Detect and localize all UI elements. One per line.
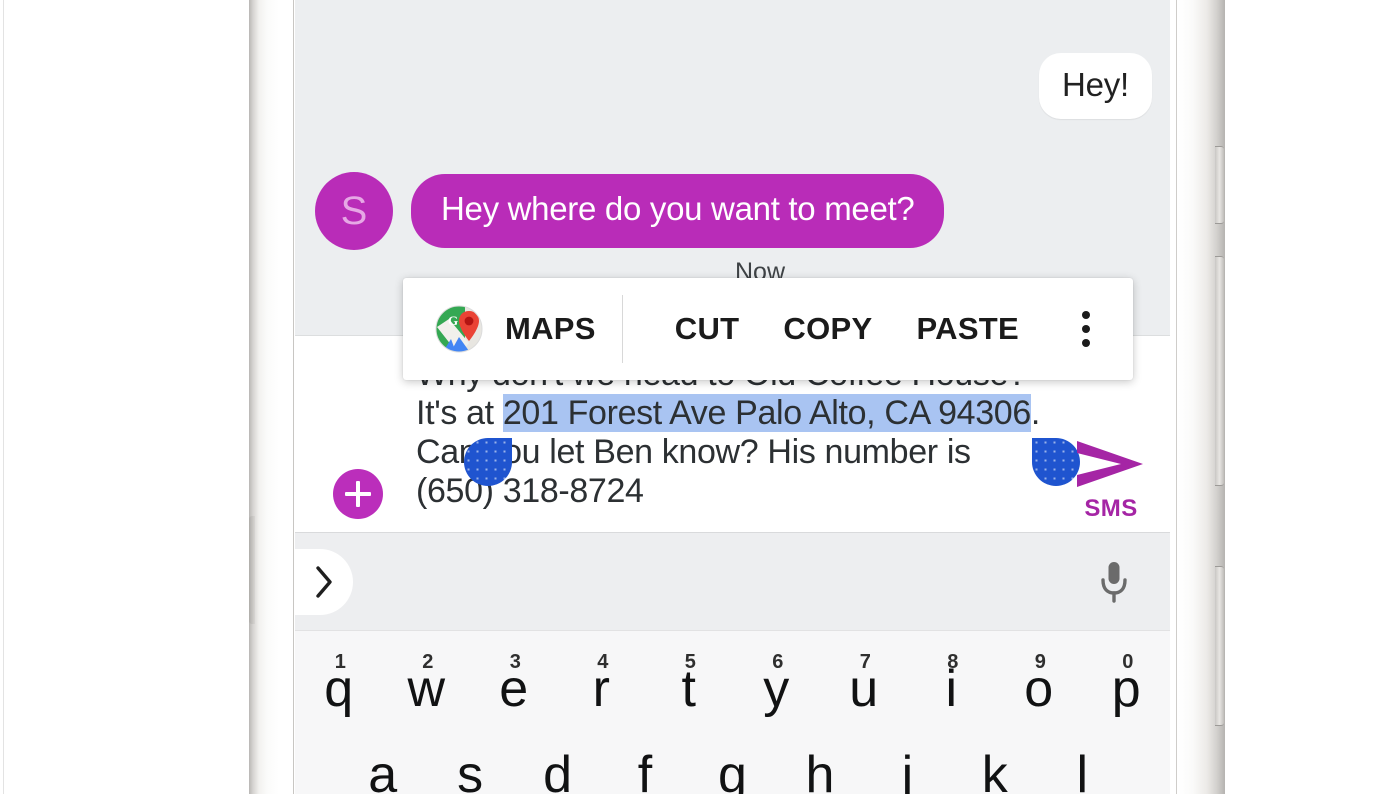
toolbar-item-cut[interactable]: CUT bbox=[653, 311, 762, 347]
bezel-line-left bbox=[293, 0, 294, 794]
key-j[interactable]: j bbox=[864, 749, 951, 794]
compose-line-4: (650) 318-8724 bbox=[416, 472, 1056, 511]
expand-suggestions-button[interactable] bbox=[295, 549, 353, 615]
send-icon bbox=[1077, 441, 1143, 487]
key-y[interactable]: 6y bbox=[733, 637, 821, 741]
key-i[interactable]: 8i bbox=[908, 637, 996, 741]
selected-address-text[interactable]: 201 Forest Ave Palo Alto, CA 94306 bbox=[502, 394, 1031, 432]
microphone-icon bbox=[1101, 562, 1127, 603]
device-button-power[interactable] bbox=[1215, 566, 1224, 726]
key-f[interactable]: f bbox=[601, 749, 688, 794]
keyboard-row-1: 1q2w3e4r5t6y7u8i9o0p bbox=[295, 637, 1170, 741]
key-s-letter: s bbox=[457, 746, 484, 794]
voice-input-button[interactable] bbox=[1086, 554, 1142, 610]
key-k-letter: k bbox=[981, 746, 1008, 794]
key-s[interactable]: s bbox=[426, 749, 513, 794]
message-bubble-outgoing-text: Hey! bbox=[1038, 53, 1152, 119]
key-w-letter: w bbox=[407, 660, 446, 718]
key-i-letter: i bbox=[945, 660, 958, 718]
key-r[interactable]: 4r bbox=[558, 637, 646, 741]
keyboard-row-2: asdfghjkl bbox=[295, 749, 1170, 794]
key-k[interactable]: k bbox=[951, 749, 1038, 794]
key-e-letter: e bbox=[499, 660, 529, 718]
device-button-left[interactable] bbox=[249, 516, 255, 624]
key-q[interactable]: 1q bbox=[295, 637, 383, 741]
compose-line-2-prefix: It's at bbox=[416, 394, 503, 432]
on-screen-keyboard: 1q2w3e4r5t6y7u8i9o0p a s d f g h j k l bbox=[295, 630, 1170, 794]
toolbar-item-copy[interactable]: COPY bbox=[761, 311, 894, 347]
key-g-letter: g bbox=[718, 746, 747, 794]
add-icon-vertical bbox=[356, 481, 360, 507]
compose-line-2: It's at 201 Forest Ave Palo Alto, CA 943… bbox=[416, 394, 1056, 433]
toolbar-item-maps[interactable]: G MAPS bbox=[403, 278, 622, 380]
key-p-letter: p bbox=[1111, 660, 1141, 718]
more-options-icon[interactable] bbox=[1061, 299, 1111, 359]
key-t-letter: t bbox=[681, 660, 696, 718]
device-button-volume[interactable] bbox=[1215, 256, 1224, 486]
send-label: SMS bbox=[1084, 495, 1138, 522]
dot-1 bbox=[1082, 311, 1090, 319]
compose-line-2-suffix: . bbox=[1030, 394, 1041, 432]
keyboard-suggestion-bar bbox=[295, 532, 1170, 630]
toolbar-item-paste[interactable]: PASTE bbox=[894, 311, 1041, 347]
key-t[interactable]: 5t bbox=[645, 637, 733, 741]
phone-screen: Hey! S Hey where do you want to meet? No… bbox=[295, 0, 1170, 794]
key-p[interactable]: 0p bbox=[1083, 637, 1171, 741]
google-maps-icon: G bbox=[435, 305, 483, 353]
key-y-letter: y bbox=[763, 660, 790, 718]
key-e[interactable]: 3e bbox=[470, 637, 558, 741]
key-l[interactable]: l bbox=[1039, 749, 1126, 794]
screenshot-canvas: Hey! S Hey where do you want to meet? No… bbox=[0, 0, 1392, 794]
key-j-letter: j bbox=[901, 746, 914, 794]
svg-text:G: G bbox=[448, 313, 458, 328]
page-left-rule bbox=[3, 0, 4, 794]
key-h[interactable]: h bbox=[776, 749, 863, 794]
key-a-letter: a bbox=[368, 746, 398, 794]
bezel-line-right bbox=[1176, 0, 1177, 794]
key-o-letter: o bbox=[1024, 660, 1054, 718]
toolbar-label-maps: MAPS bbox=[505, 311, 596, 346]
selection-handle-start[interactable] bbox=[464, 438, 512, 486]
send-button[interactable]: SMS bbox=[1073, 437, 1163, 529]
compose-line-4-text: (650) 318-8724 bbox=[416, 472, 644, 510]
key-q-letter: q bbox=[324, 660, 354, 718]
chevron-right-icon bbox=[316, 566, 332, 598]
dot-2 bbox=[1082, 325, 1090, 333]
key-l-letter: l bbox=[1076, 746, 1088, 794]
key-h-letter: h bbox=[805, 746, 835, 794]
device-button-top[interactable] bbox=[1215, 146, 1224, 224]
message-outgoing[interactable]: Hey! bbox=[1038, 53, 1152, 119]
key-g[interactable]: g bbox=[689, 749, 776, 794]
key-d[interactable]: d bbox=[514, 749, 601, 794]
key-a[interactable]: a bbox=[339, 749, 426, 794]
text-selection-toolbar: G MAPS CUT COPY PASTE bbox=[403, 278, 1133, 380]
message-incoming[interactable]: S Hey where do you want to meet? bbox=[315, 172, 945, 250]
dot-3 bbox=[1082, 339, 1090, 347]
key-w[interactable]: 2w bbox=[383, 637, 471, 741]
message-bubble-incoming-text: Hey where do you want to meet? bbox=[411, 174, 945, 248]
key-u[interactable]: 7u bbox=[820, 637, 908, 741]
compose-line-3: Can you let Ben know? His number is bbox=[416, 433, 1056, 472]
add-attachment-button[interactable] bbox=[333, 469, 383, 519]
key-o[interactable]: 9o bbox=[995, 637, 1083, 741]
key-r-letter: r bbox=[592, 660, 610, 718]
toolbar-divider bbox=[621, 295, 623, 363]
avatar: S bbox=[315, 172, 393, 250]
key-d-letter: d bbox=[543, 746, 573, 794]
key-u-letter: u bbox=[849, 660, 879, 718]
key-f-letter: f bbox=[637, 746, 653, 794]
